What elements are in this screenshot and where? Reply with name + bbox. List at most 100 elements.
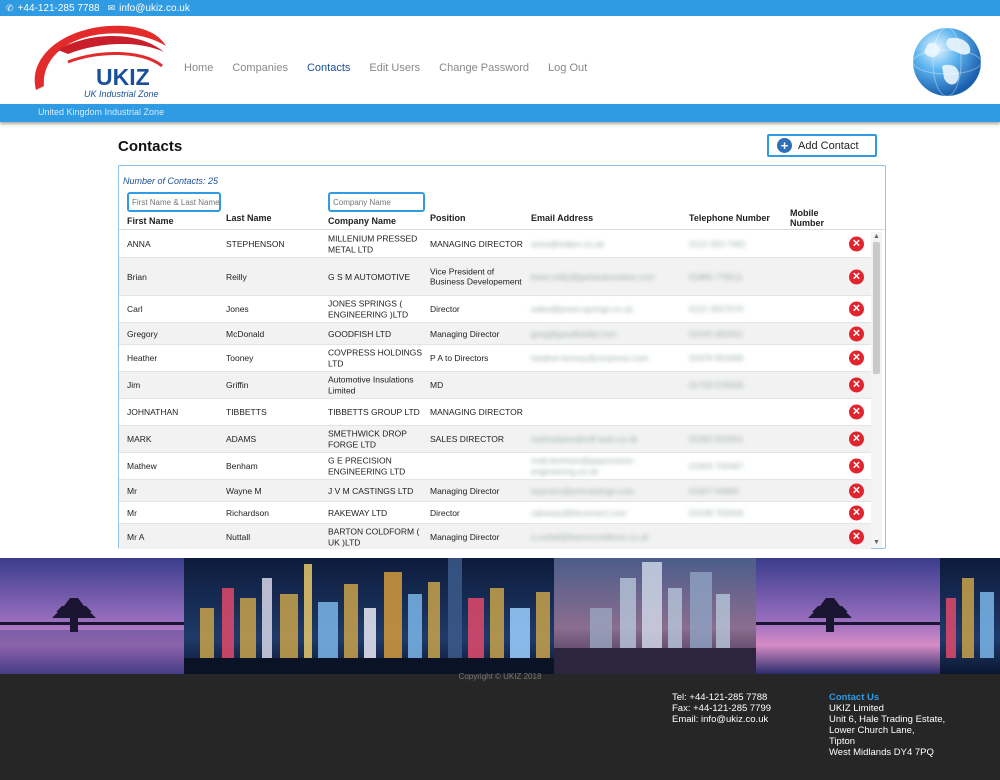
cell-last-name: Benham [226, 460, 258, 471]
cell-telephone: 01865 776511 [689, 271, 743, 282]
topbar-email[interactable]: ✉ info@ukiz.co.uk [108, 3, 190, 14]
scroll-thumb[interactable] [873, 242, 880, 374]
delete-contact-icon[interactable]: ✕ [849, 458, 864, 474]
nav-companies[interactable]: Companies [232, 62, 288, 74]
topbar-phone-text: +44-121-285 7788 [17, 2, 100, 14]
cell-company-name: Automotive Insulations Limited [328, 374, 414, 396]
add-contact-button[interactable]: + Add Contact [767, 134, 877, 157]
header-telephone[interactable]: Telephone Number [689, 213, 770, 223]
cell-company-name: JONES SPRINGS ( ENGINEERING )LTD [328, 298, 409, 320]
topbar-email-text[interactable]: info@ukiz.co.uk [119, 3, 190, 14]
add-contact-label: Add Contact [798, 139, 859, 152]
table-row[interactable]: ANNA STEPHENSON MILLENIUM PRESSED METAL LT… [119, 231, 871, 258]
delete-contact-icon[interactable]: ✕ [849, 350, 864, 366]
cell-email: anna@milpm.co.uk [531, 238, 604, 249]
table-row[interactable]: Mr Wayne M J V M CASTINGS LTD Managing Dire… [119, 480, 871, 502]
cell-first-name: Brian [127, 271, 147, 282]
delete-contact-icon[interactable]: ✕ [849, 483, 864, 498]
delete-contact-icon[interactable]: ✕ [849, 377, 864, 393]
cell-company-name: G S M AUTOMOTIVE [328, 271, 411, 282]
table-row[interactable]: Jim Griffin Automotive Insulations Limited… [119, 372, 871, 399]
delete-contact-icon[interactable]: ✕ [849, 431, 864, 447]
cell-last-name: STEPHENSON [226, 238, 285, 249]
header-mobile[interactable]: Mobile Number [790, 208, 834, 228]
cell-telephone: 01758 078306 [689, 379, 744, 390]
contacts-panel: Number of Contacts: 25 First Name Last N… [118, 165, 886, 549]
delete-contact-icon[interactable]: ✕ [849, 505, 864, 520]
cell-telephone: 01902 823451 [689, 433, 744, 444]
cell-company-name: G E PRECISION ENGINEERING LTD [328, 455, 406, 477]
cell-first-name: Mathew [127, 460, 157, 471]
header-email[interactable]: Email Address [531, 213, 593, 223]
cell-position: Managing Director [430, 531, 500, 542]
header-position[interactable]: Position [430, 213, 466, 223]
cell-last-name: TIBBETTS [226, 406, 267, 417]
cell-email: heather.tooney@covpress.com [531, 352, 649, 363]
topbar-phone: ✆ +44-121-285 7788 [6, 3, 100, 14]
cell-last-name: McDonald [226, 328, 265, 339]
skyline-image [0, 558, 1000, 674]
cell-telephone: 02476 651666 [689, 352, 744, 363]
cell-last-name: Griffin [226, 379, 249, 390]
ukiz-logo[interactable]: UKIZ UK Industrial Zone [28, 20, 168, 100]
cell-telephone: 0121 553 7481 [689, 238, 746, 249]
cell-email: a.nuttall@bartoncoldform.co.uk [531, 531, 649, 542]
cell-telephone: 0121 5557070 [689, 303, 744, 314]
nav-log-out[interactable]: Log Out [548, 62, 587, 74]
delete-contact-icon[interactable]: ✕ [849, 529, 864, 545]
delete-contact-icon[interactable]: ✕ [849, 236, 864, 252]
top-contact-bar: ✆ +44-121-285 7788 ✉ info@ukiz.co.uk [0, 0, 1000, 16]
delete-contact-icon[interactable]: ✕ [849, 269, 864, 284]
footer-tel: Tel: +44-121-285 7788 [672, 692, 768, 703]
site-footer: Tel: +44-121-285 7788 Fax: +44-121-285 7… [0, 674, 1000, 780]
header-first-name[interactable]: First Name [127, 216, 174, 226]
phone-icon: ✆ [6, 2, 14, 13]
footer-contact-details: Tel: +44-121-285 7788 Fax: +44-121-285 7… [672, 692, 771, 725]
cell-company-name: RAKEWAY LTD [328, 507, 388, 518]
nav-change-password[interactable]: Change Password [439, 62, 529, 74]
logo-tagline: UK Industrial Zone [84, 89, 159, 99]
footer-address-line: Tipton [829, 736, 856, 747]
table-row[interactable]: MARK ADAMS SMETHWICK DROP FORGE LTD SALES D… [119, 426, 871, 453]
cell-last-name: Jones [226, 303, 249, 314]
header-company-name[interactable]: Company Name [328, 216, 396, 226]
table-row[interactable]: Mr A Nuttall BARTON COLDFORM ( UK )LTD Mana… [119, 524, 871, 549]
table-scrollbar[interactable]: ▲ ▼ [871, 232, 882, 548]
city-skyline-banner [0, 558, 1000, 674]
table-row[interactable]: Gregory McDonald GOODFISH LTD Managing Dire… [119, 323, 871, 345]
cell-first-name: ANNA [127, 238, 151, 249]
name-filter-input[interactable] [127, 192, 221, 212]
cell-first-name: Mr A [127, 531, 145, 542]
cell-telephone: 01827 64896 [689, 485, 739, 496]
footer-contact-title[interactable]: Contact Us [829, 692, 945, 703]
delete-contact-icon[interactable]: ✕ [849, 301, 864, 317]
table-row[interactable]: Heather Tooney COVPRESS HOLDINGS LTD P A to… [119, 345, 871, 372]
table-row[interactable]: Mr Richardson RAKEWAY LTD Director rakeway@b… [119, 502, 871, 524]
page-title: Contacts [118, 138, 183, 155]
cell-last-name: Reilly [226, 271, 247, 282]
nav-home[interactable]: Home [184, 62, 213, 74]
cell-company-name: COVPRESS HOLDINGS LTD [328, 347, 422, 369]
contact-count: Number of Contacts: 25 [123, 176, 219, 186]
scroll-up-icon[interactable]: ▲ [871, 232, 882, 242]
table-row[interactable]: Mathew Benham G E PRECISION ENGINEERING LT… [119, 453, 871, 480]
company-filter-input[interactable] [328, 192, 425, 212]
delete-contact-icon[interactable]: ✕ [849, 326, 864, 341]
cell-position: Managing Director [430, 485, 500, 496]
cell-telephone: 01538 755566 [689, 507, 744, 518]
footer-address-line: UKIZ Limited [829, 703, 884, 714]
cell-position: SALES DIRECTOR [430, 433, 505, 444]
nav-edit-users[interactable]: Edit Users [369, 62, 420, 74]
table-header: First Name Last Name Company Name Positi… [119, 208, 885, 230]
cell-position: Vice President of Business Developement [430, 266, 522, 287]
delete-contact-icon[interactable]: ✕ [849, 404, 864, 420]
table-row[interactable]: JOHNATHAN TIBBETTS TIBBETTS GROUP LTD MANAG… [119, 399, 871, 426]
table-row[interactable]: Carl Jones JONES SPRINGS ( ENGINEERING )LT… [119, 296, 871, 323]
cell-email: markadams@sdf-auto.co.uk [531, 433, 638, 444]
footer-email[interactable]: Email: info@ukiz.co.uk [672, 714, 771, 725]
table-row[interactable]: Brian Reilly G S M AUTOMOTIVE Vice Presiden… [119, 258, 871, 296]
header-last-name[interactable]: Last Name [226, 213, 272, 223]
scroll-down-icon[interactable]: ▼ [871, 538, 882, 548]
nav-contacts[interactable]: Contacts [307, 62, 350, 74]
cell-last-name: ADAMS [226, 433, 257, 444]
